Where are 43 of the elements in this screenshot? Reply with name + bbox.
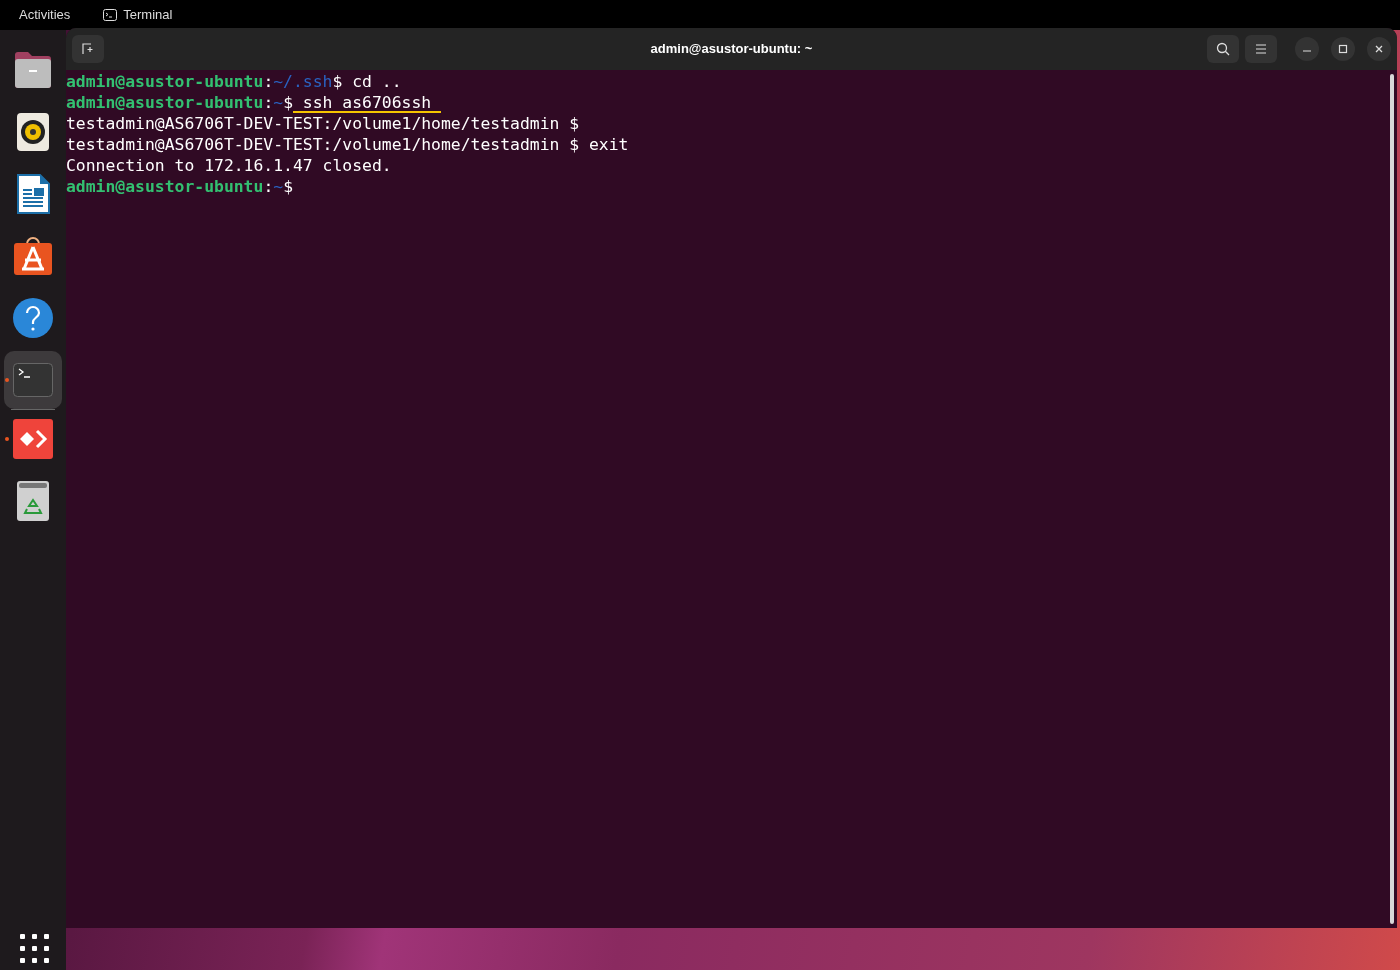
help-icon: [13, 298, 53, 338]
search-button[interactable]: [1207, 35, 1239, 63]
new-tab-button[interactable]: [72, 35, 104, 63]
terminal-text: :: [263, 71, 274, 92]
app-grid-icon[interactable]: [20, 934, 49, 963]
menu-icon: [1255, 44, 1267, 54]
prompt-user: admin@asustor-ubuntu: [66, 71, 264, 92]
close-icon: [1374, 44, 1384, 54]
shopping-bag-icon: [13, 236, 53, 276]
prompt-user: admin@asustor-ubuntu: [66, 176, 264, 197]
prompt-path: ~: [273, 92, 284, 113]
running-indicator: [5, 378, 9, 382]
new-tab-icon: [82, 43, 94, 55]
prompt-path: ~/.ssh: [273, 71, 333, 92]
folder-icon: [13, 51, 53, 89]
terminal-text: $: [283, 92, 293, 113]
window-title: admin@asustor-ubuntu: ~: [650, 40, 813, 59]
maximize-icon: [1338, 44, 1348, 54]
document-icon: [16, 174, 50, 214]
menu-button[interactable]: [1245, 35, 1277, 63]
running-indicator: [5, 437, 9, 441]
app-menu[interactable]: Terminal: [103, 5, 173, 25]
terminal-text: Connection to 172.16.1.47 closed.: [66, 155, 392, 176]
minimize-button[interactable]: [1295, 37, 1319, 61]
terminal-text: $: [283, 176, 293, 197]
search-icon: [1216, 42, 1230, 56]
terminal-text: :: [263, 92, 274, 113]
terminal-text: testadmin@AS6706T-DEV-TEST:/volume1/home/testadmin $ exit: [66, 134, 629, 155]
maximize-button[interactable]: [1331, 37, 1355, 61]
prompt-user: admin@asustor-ubuntu: [66, 92, 264, 113]
trash-icon: [16, 480, 50, 522]
speaker-icon: [16, 112, 50, 152]
highlighted-command: ssh as6706ssh: [293, 92, 442, 113]
remote-desktop-icon: [13, 419, 53, 459]
terminal-text: testadmin@AS6706T-DEV-TEST:/volume1/home/testadmin $: [66, 113, 580, 134]
terminal-icon: [13, 363, 53, 397]
close-button[interactable]: [1367, 37, 1391, 61]
prompt-path: ~: [273, 176, 284, 197]
scrollbar[interactable]: [1390, 74, 1394, 924]
terminal-text: :: [263, 176, 274, 197]
terminal-text: $ cd ..: [332, 71, 402, 92]
activities-button[interactable]: Activities: [19, 5, 71, 25]
terminal-icon: [103, 9, 118, 21]
